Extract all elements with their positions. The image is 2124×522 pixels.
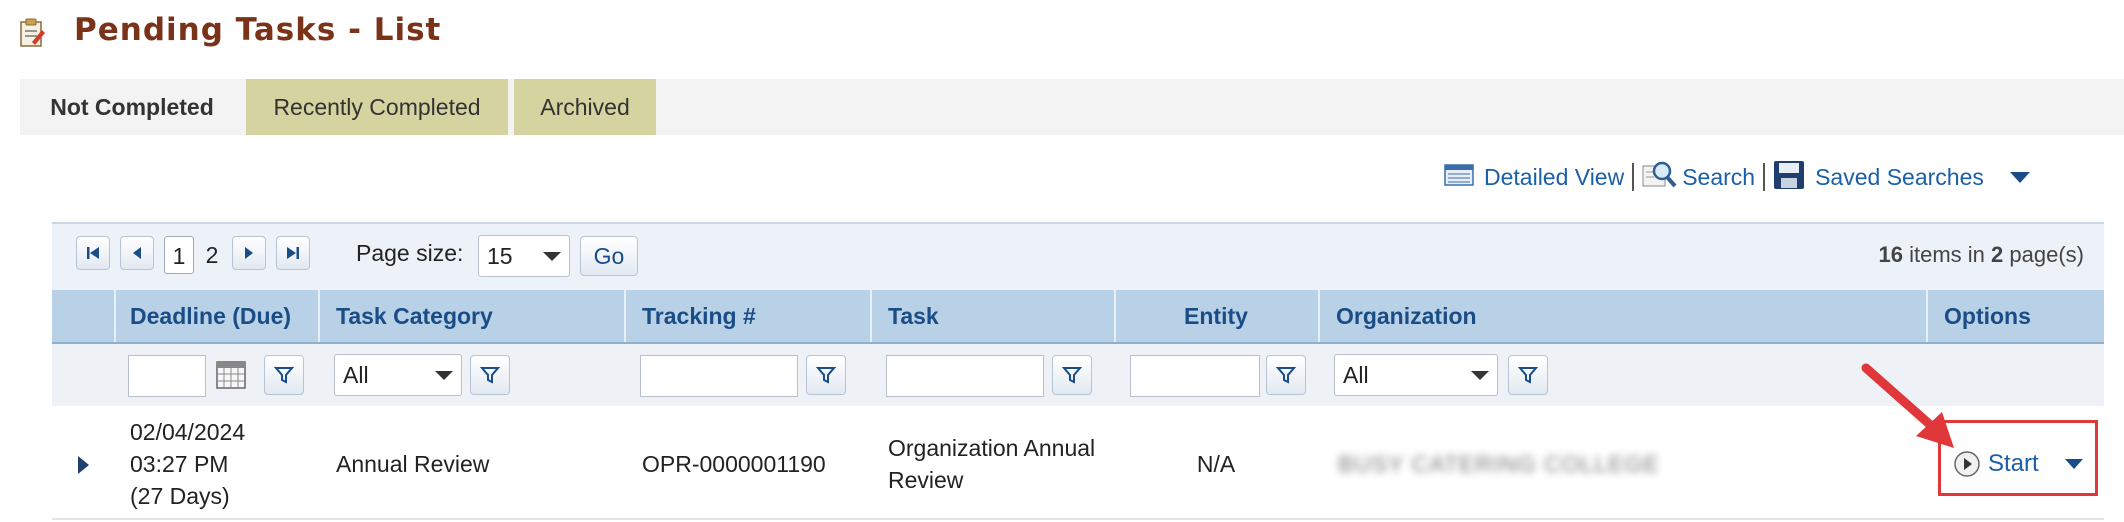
tracking-cell: OPR-0000001190 (642, 451, 826, 477)
column-header-task-category[interactable]: Task Category (336, 290, 493, 342)
organization-cell: BUSY CATERING COLLEGE (1338, 451, 1660, 477)
entity-cell: N/A (1196, 451, 1236, 477)
column-header-tracking[interactable]: Tracking # (642, 290, 756, 342)
annotation-arrow-icon (1861, 363, 1954, 448)
column-divider (1926, 290, 1928, 342)
task-category-filter-button[interactable] (470, 355, 510, 395)
last-page-button[interactable] (276, 236, 310, 270)
task-filter-button[interactable] (1052, 355, 1092, 395)
deadline-filter-button[interactable] (264, 355, 304, 395)
first-page-button[interactable] (76, 236, 110, 270)
page-1-button[interactable]: 1 (164, 236, 194, 274)
task-category-cell: Annual Review (336, 451, 490, 477)
toolbar-divider (1763, 163, 1766, 191)
chevron-down-icon (435, 371, 453, 380)
detailed-view-icon[interactable] (1444, 163, 1474, 192)
deadline-filter-input[interactable] (128, 355, 206, 397)
saved-searches-link[interactable]: Saved Searches (1815, 164, 1984, 191)
items-text: items in (1909, 242, 1985, 267)
column-header-entity[interactable]: Entity (1114, 290, 1318, 342)
expand-row-icon[interactable] (78, 456, 89, 474)
column-divider (318, 290, 320, 342)
previous-page-button[interactable] (120, 236, 154, 270)
calendar-icon[interactable] (216, 361, 246, 394)
deadline-days: (27 Days) (130, 483, 230, 509)
task-category-filter-select[interactable]: All (334, 354, 462, 396)
items-summary: 16 items in 2 page(s) (1879, 242, 2085, 268)
entity-filter-button[interactable] (1266, 355, 1306, 395)
pages-count: 2 (1991, 242, 2004, 267)
page-2-button[interactable]: 2 (202, 236, 222, 274)
organization-filter-select[interactable]: All (1334, 354, 1498, 396)
next-page-button[interactable] (232, 236, 266, 270)
task-list-icon (18, 18, 46, 48)
organization-filter-button[interactable] (1508, 355, 1548, 395)
detailed-view-link[interactable]: Detailed View (1484, 164, 1624, 191)
chevron-down-icon (1471, 371, 1489, 380)
tracking-filter-input[interactable] (640, 355, 798, 397)
toolbar-divider (1632, 163, 1635, 191)
items-count: 16 (1878, 242, 1903, 267)
task-line-2: Review (888, 467, 964, 493)
deadline-cell: 02/04/2024 03:27 PM (27 Days) (130, 416, 245, 512)
page-size-value: 15 (487, 242, 513, 269)
chevron-down-icon[interactable] (2009, 171, 2030, 183)
column-divider (624, 290, 626, 342)
task-line-1: Organization Annual (888, 435, 1096, 461)
deadline-date: 02/04/2024 (130, 419, 246, 445)
save-icon[interactable] (1773, 160, 1805, 195)
pages-text: page(s) (2009, 242, 2084, 267)
column-header-task[interactable]: Task (888, 290, 939, 342)
entity-filter-input[interactable] (1130, 355, 1260, 397)
organization-filter-value: All (1343, 361, 1369, 388)
go-button[interactable]: Go (580, 236, 638, 276)
page-size-select[interactable]: 15 (478, 235, 570, 277)
view-toolbar: Detailed View Search Saved Searches (1444, 160, 2030, 194)
column-header-deadline[interactable]: Deadline (Due) (130, 290, 291, 342)
column-header-options: Options (1944, 303, 2031, 329)
task-cell: Organization Annual Review (888, 432, 1095, 496)
column-divider (1318, 290, 1320, 342)
search-icon[interactable] (1642, 160, 1678, 195)
column-divider (114, 290, 116, 342)
page-title: Pending Tasks - List (74, 12, 442, 48)
column-divider (870, 290, 872, 342)
column-header-organization[interactable]: Organization (1336, 290, 1477, 342)
task-filter-input[interactable] (886, 355, 1044, 397)
task-category-filter-value: All (343, 361, 369, 388)
tab-archived[interactable]: Archived (514, 79, 656, 135)
tab-not-completed[interactable]: Not Completed (20, 79, 244, 135)
tab-recently-completed[interactable]: Recently Completed (246, 79, 508, 135)
deadline-time: 03:27 PM (130, 451, 229, 477)
tracking-filter-button[interactable] (806, 355, 846, 395)
page-size-label: Page size: (356, 240, 464, 266)
search-link[interactable]: Search (1682, 164, 1755, 191)
chevron-down-icon (543, 252, 561, 261)
